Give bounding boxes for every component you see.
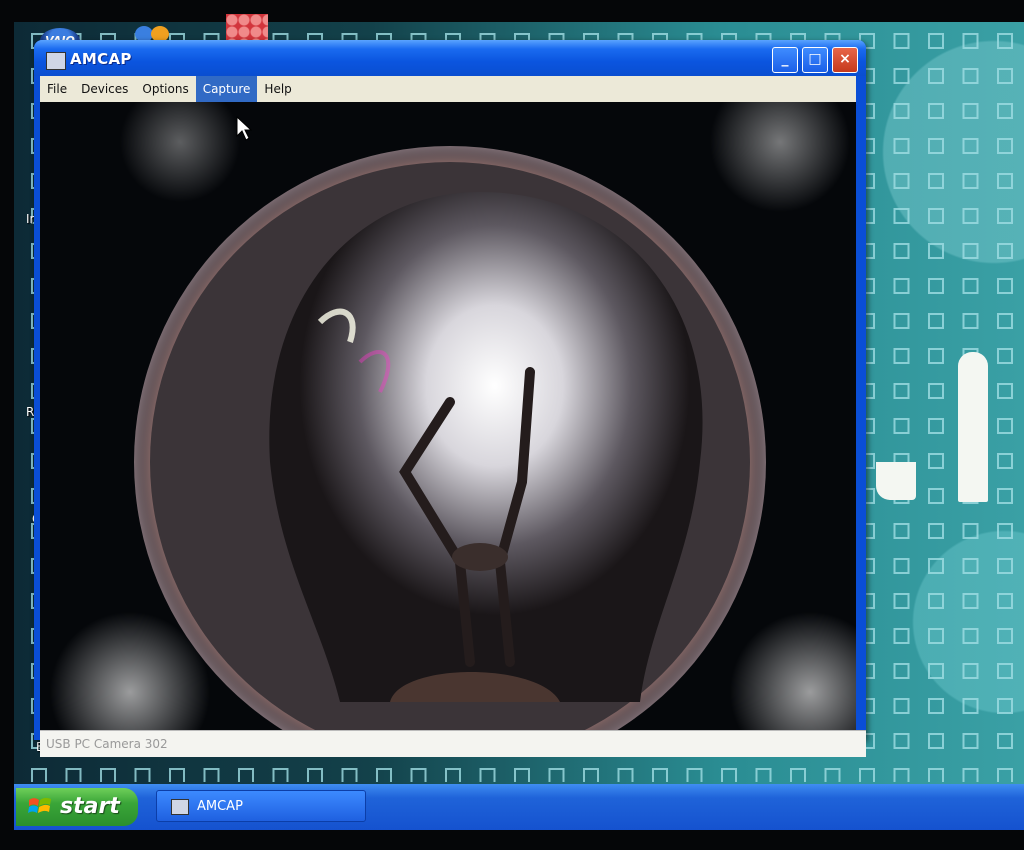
mouse-cursor-icon xyxy=(236,116,252,141)
status-bar: USB PC Camera 302 xyxy=(40,730,866,757)
window-titlebar[interactable]: AMCAP _ □ × xyxy=(34,40,866,76)
amcap-task-icon xyxy=(171,799,189,815)
camera-preview xyxy=(40,102,856,730)
close-button[interactable]: × xyxy=(832,47,858,73)
window-title: AMCAP xyxy=(70,50,132,68)
start-label: start xyxy=(60,794,120,819)
menu-bar: File Devices Options Capture Help xyxy=(40,76,856,102)
wallpaper-shape xyxy=(958,352,988,502)
menu-devices[interactable]: Devices xyxy=(74,76,135,102)
wallpaper-shape xyxy=(876,462,916,500)
amcap-window: AMCAP _ □ × File Devices Options Capture Hel… xyxy=(34,40,866,757)
taskbar-item-label: AMCAP xyxy=(197,799,243,814)
menu-capture[interactable]: Capture xyxy=(195,76,258,102)
taskbar: start AMCAP xyxy=(14,784,1024,830)
minimize-button[interactable]: _ xyxy=(772,47,798,73)
start-button[interactable]: start xyxy=(16,788,138,826)
taskbar-item-amcap[interactable]: AMCAP xyxy=(156,790,366,822)
menu-help[interactable]: Help xyxy=(257,76,298,102)
amcap-app-icon xyxy=(46,52,66,70)
menu-options[interactable]: Options xyxy=(135,76,195,102)
maximize-button[interactable]: □ xyxy=(802,47,828,73)
menu-file[interactable]: File xyxy=(40,76,74,102)
windows-flag-icon xyxy=(28,797,51,813)
light-bulb-image xyxy=(40,102,856,730)
